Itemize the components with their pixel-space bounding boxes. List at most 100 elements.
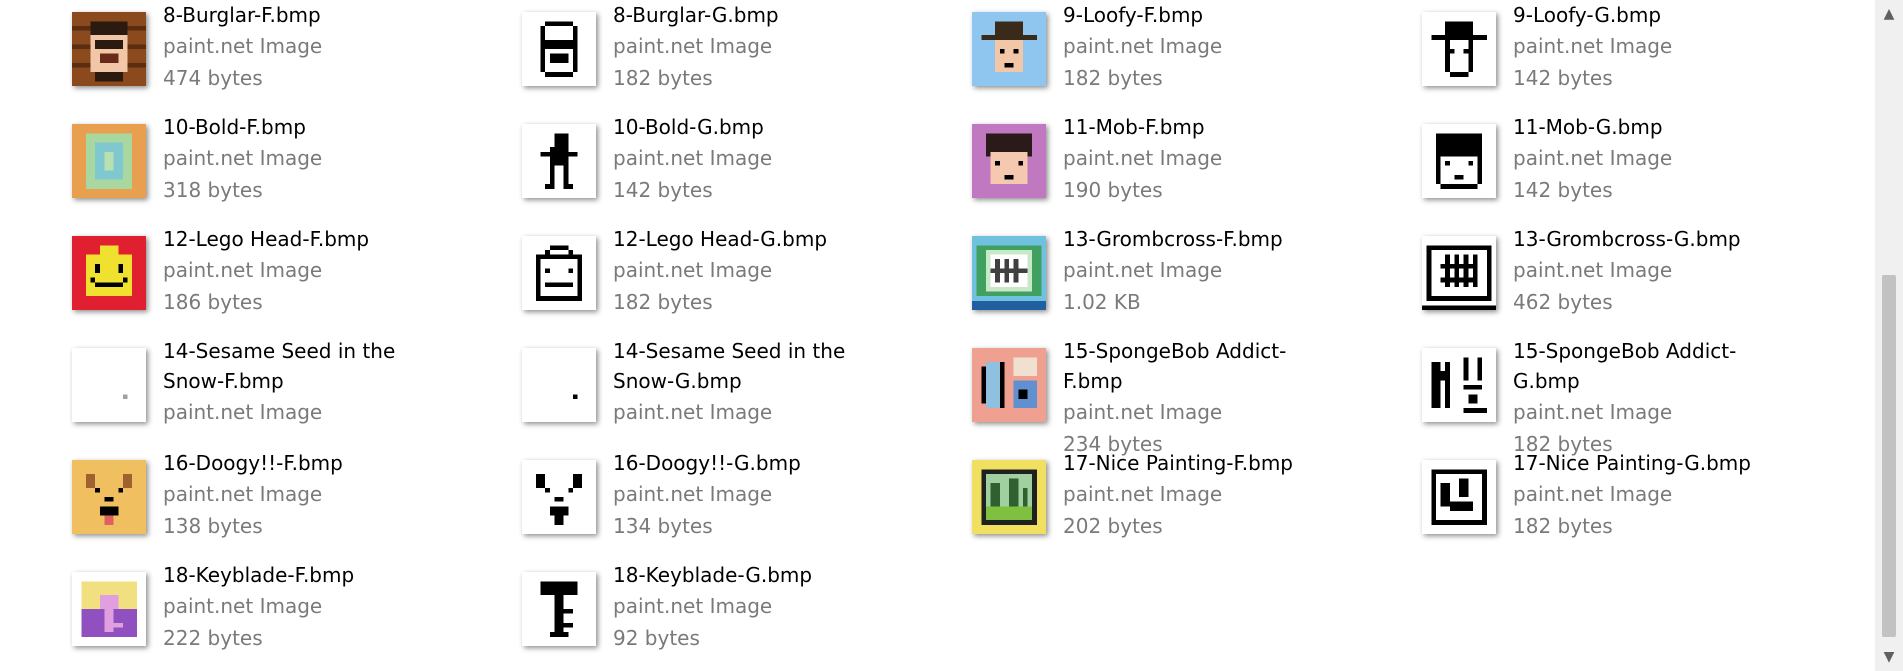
file-item[interactable]: 12-Lego Head-G.bmp paint.net Image 182 b… (450, 224, 890, 332)
file-size: 142 bytes (1513, 178, 1613, 202)
file-size: 474 bytes (163, 66, 263, 90)
file-size: 1.02 KB (1063, 290, 1141, 314)
file-name: 14-Sesame Seed in the Snow-F.bmp (163, 339, 396, 393)
file-item[interactable]: 11-Mob-G.bmp paint.net Image 142 bytes (1350, 112, 1790, 220)
file-item[interactable]: 17-Nice Painting-F.bmp paint.net Image 2… (900, 448, 1340, 556)
file-item[interactable]: 13-Grombcross-F.bmp paint.net Image 1.02… (900, 224, 1340, 332)
file-item[interactable]: 13-Grombcross-G.bmp paint.net Image 462 … (1350, 224, 1790, 332)
file-size: 182 bytes (1513, 514, 1613, 538)
file-name: 15-SpongeBob Addict-G.bmp (1513, 339, 1737, 393)
scrollbar-thumb[interactable] (1882, 275, 1896, 637)
burglar-mono-thumbnail-icon (522, 12, 596, 86)
file-name: 17-Nice Painting-F.bmp (1063, 451, 1293, 475)
file-type: paint.net Image (613, 146, 773, 170)
file-item[interactable]: 14-Sesame Seed in the Snow-F.bmp paint.n… (0, 336, 440, 444)
painting-thumbnail-icon (972, 460, 1046, 534)
file-item[interactable]: 16-Doogy!!-F.bmp paint.net Image 138 byt… (0, 448, 440, 556)
file-type: paint.net Image (1513, 34, 1673, 58)
file-name: 17-Nice Painting-G.bmp (1513, 451, 1751, 475)
file-type: paint.net Image (163, 34, 323, 58)
lego-head-mono-thumbnail-icon (522, 236, 596, 310)
scroll-down-arrow-icon[interactable]: ▼ (1875, 643, 1903, 671)
scroll-up-arrow-icon[interactable]: ▲ (1875, 0, 1903, 28)
file-name: 10-Bold-F.bmp (163, 115, 306, 139)
file-size: 462 bytes (1513, 290, 1613, 314)
file-size: 142 bytes (1513, 66, 1613, 90)
file-name: 18-Keyblade-G.bmp (613, 563, 813, 587)
file-type: paint.net Image (163, 146, 323, 170)
file-size: 92 bytes (613, 626, 700, 650)
file-type: paint.net Image (1063, 258, 1223, 282)
file-item[interactable]: 18-Keyblade-G.bmp paint.net Image 92 byt… (450, 560, 890, 668)
file-name: 11-Mob-G.bmp (1513, 115, 1663, 139)
doogy-mono-thumbnail-icon (522, 460, 596, 534)
file-type: paint.net Image (1513, 400, 1673, 424)
file-type: paint.net Image (613, 258, 773, 282)
file-size: 182 bytes (613, 290, 713, 314)
file-type: paint.net Image (1513, 482, 1673, 506)
file-size: 186 bytes (163, 290, 263, 314)
mob-mono-thumbnail-icon (1422, 124, 1496, 198)
file-item[interactable]: 17-Nice Painting-G.bmp paint.net Image 1… (1350, 448, 1790, 556)
file-grid: 8-Burglar-F.bmp paint.net Image 474 byte… (0, 0, 1875, 671)
file-name: 15-SpongeBob Addict-F.bmp (1063, 339, 1287, 393)
spongebob-addict-mono-thumbnail-icon (1422, 348, 1496, 422)
keyblade-mono-thumbnail-icon (522, 572, 596, 646)
sesame-seed-mono-thumbnail-icon (522, 348, 596, 422)
file-item[interactable]: 12-Lego Head-F.bmp paint.net Image 186 b… (0, 224, 440, 332)
file-item[interactable]: 11-Mob-F.bmp paint.net Image 190 bytes (900, 112, 1340, 220)
file-name: 9-Loofy-F.bmp (1063, 3, 1204, 27)
file-name: 16-Doogy!!-F.bmp (163, 451, 343, 475)
file-type: paint.net Image (1063, 400, 1223, 424)
grombcross-mono-thumbnail-icon (1422, 236, 1496, 310)
keyblade-thumbnail-icon (72, 572, 146, 646)
file-item[interactable]: 10-Bold-G.bmp paint.net Image 142 bytes (450, 112, 890, 220)
file-size: 190 bytes (1063, 178, 1163, 202)
file-type: paint.net Image (1513, 146, 1673, 170)
file-item[interactable]: 9-Loofy-F.bmp paint.net Image 182 bytes (900, 0, 1340, 108)
bold-mono-thumbnail-icon (522, 124, 596, 198)
loofy-thumbnail-icon (972, 12, 1046, 86)
mob-thumbnail-icon (972, 124, 1046, 198)
file-item[interactable]: 18-Keyblade-F.bmp paint.net Image 222 by… (0, 560, 440, 668)
file-size: 182 bytes (613, 66, 713, 90)
file-name: 10-Bold-G.bmp (613, 115, 764, 139)
doogy-thumbnail-icon (72, 460, 146, 534)
file-size: 182 bytes (1063, 66, 1163, 90)
file-size: 222 bytes (163, 626, 263, 650)
file-item[interactable]: 8-Burglar-G.bmp paint.net Image 182 byte… (450, 0, 890, 108)
file-item[interactable]: 9-Loofy-G.bmp paint.net Image 142 bytes (1350, 0, 1790, 108)
file-type: paint.net Image (613, 482, 773, 506)
vertical-scrollbar[interactable]: ▲ ▼ (1875, 0, 1903, 671)
loofy-mono-thumbnail-icon (1422, 12, 1496, 86)
file-type: paint.net Image (1513, 258, 1673, 282)
file-type: paint.net Image (1063, 34, 1223, 58)
file-size: 138 bytes (163, 514, 263, 538)
file-name: 8-Burglar-F.bmp (163, 3, 321, 27)
file-item[interactable]: 15-SpongeBob Addict-G.bmp paint.net Imag… (1350, 336, 1790, 456)
painting-mono-thumbnail-icon (1422, 460, 1496, 534)
file-item[interactable]: 14-Sesame Seed in the Snow-G.bmp paint.n… (450, 336, 890, 444)
spongebob-addict-thumbnail-icon (972, 348, 1046, 422)
file-type: paint.net Image (613, 400, 773, 424)
grombcross-thumbnail-icon (972, 236, 1046, 310)
file-size: 202 bytes (1063, 514, 1163, 538)
file-item[interactable]: 15-SpongeBob Addict-F.bmp paint.net Imag… (900, 336, 1340, 456)
file-name: 11-Mob-F.bmp (1063, 115, 1205, 139)
file-name: 8-Burglar-G.bmp (613, 3, 779, 27)
file-name: 12-Lego Head-G.bmp (613, 227, 828, 251)
file-name: 14-Sesame Seed in the Snow-G.bmp (613, 339, 846, 393)
file-size: 318 bytes (163, 178, 263, 202)
file-type: paint.net Image (1063, 146, 1223, 170)
file-type: paint.net Image (163, 482, 323, 506)
file-item[interactable]: 8-Burglar-F.bmp paint.net Image 474 byte… (0, 0, 440, 108)
bold-thumbnail-icon (72, 124, 146, 198)
file-type: paint.net Image (613, 34, 773, 58)
file-item[interactable]: 10-Bold-F.bmp paint.net Image 318 bytes (0, 112, 440, 220)
lego-head-thumbnail-icon (72, 236, 146, 310)
burglar-thumbnail-icon (72, 12, 146, 86)
file-item[interactable]: 16-Doogy!!-G.bmp paint.net Image 134 byt… (450, 448, 890, 556)
file-name: 13-Grombcross-F.bmp (1063, 227, 1283, 251)
file-name: 12-Lego Head-F.bmp (163, 227, 370, 251)
file-name: 18-Keyblade-F.bmp (163, 563, 355, 587)
